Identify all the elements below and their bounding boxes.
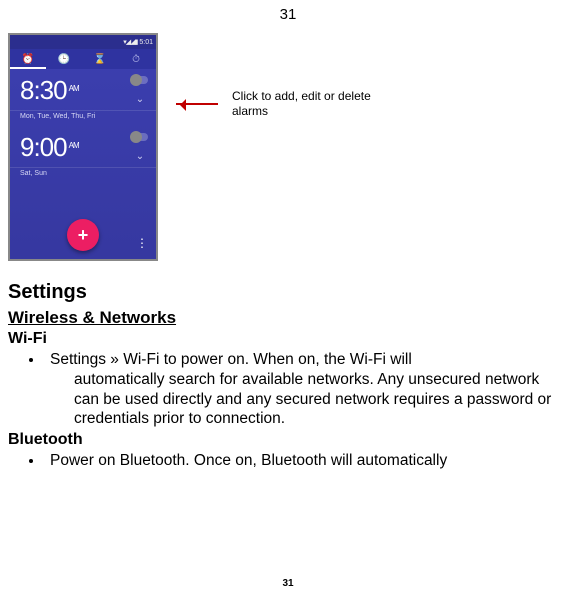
heading-wireless-networks: Wireless & Networks (8, 308, 568, 328)
wifi-bullet: Settings » Wi-Fi to power on. When on, t… (44, 350, 568, 429)
overflow-menu-icon[interactable]: ⋮ (136, 241, 148, 245)
alarm-1-days: Mon, Tue, Wed, Thu, Fri (10, 113, 156, 120)
heading-wifi: Wi-Fi (8, 330, 568, 348)
alarm-2-time: 9:00AM (20, 132, 79, 163)
alarm-2-time-value: 9:00 (20, 132, 67, 162)
alarm-2-toggle[interactable] (132, 133, 148, 141)
chevron-down-icon[interactable]: ⌄ (136, 94, 144, 105)
page-number-bottom: 31 (0, 578, 576, 589)
alarm-1-time: 8:30AM (20, 75, 79, 106)
tab-bar: ⏰ 🕒 ⌛ ⏱ (10, 49, 156, 69)
alarm-2-ampm: AM (69, 141, 79, 150)
alarm-1-controls: ⌄ (132, 76, 148, 105)
stopwatch-tab-icon[interactable]: ⏱ (118, 54, 154, 65)
phone-screenshot: ▾◢◢▮ 5:01 ⏰ 🕒 ⌛ ⏱ 8:30AM ⌄ Mon, Tue, Wed… (8, 33, 158, 261)
add-alarm-fab[interactable]: + (67, 219, 99, 251)
heading-bluetooth: Bluetooth (8, 431, 568, 449)
alarm-row-1[interactable]: 8:30AM ⌄ (10, 69, 156, 111)
wifi-list: Settings » Wi-Fi to power on. When on, t… (8, 350, 568, 429)
document-body: Settings Wireless & Networks Wi-Fi Setti… (0, 261, 576, 471)
wifi-bullet-rest: automatically search for available netwo… (50, 370, 568, 429)
alarm-2-controls: ⌄ (132, 133, 148, 162)
timer-tab-icon[interactable]: ⌛ (82, 54, 118, 65)
alarm-tab-icon[interactable]: ⏰ (10, 54, 46, 65)
page-number-top: 31 (0, 0, 576, 33)
fab-row: + (10, 219, 156, 251)
status-bar: ▾◢◢▮ 5:01 (10, 35, 156, 49)
status-time: 5:01 (139, 39, 153, 46)
alarm-1-time-value: 8:30 (20, 75, 67, 105)
alarm-1-toggle[interactable] (132, 76, 148, 84)
arrow-caption: Click to add, edit or delete alarms (176, 89, 392, 119)
alarm-2-days: Sat, Sun (10, 170, 156, 177)
alarm-row-2[interactable]: 9:00AM ⌄ (10, 126, 156, 168)
figure-row: ▾◢◢▮ 5:01 ⏰ 🕒 ⌛ ⏱ 8:30AM ⌄ Mon, Tue, Wed… (0, 33, 576, 261)
arrow-left-icon (176, 103, 218, 105)
bluetooth-list: Power on Bluetooth. Once on, Bluetooth w… (8, 451, 568, 471)
clock-tab-icon[interactable]: 🕒 (46, 54, 82, 65)
chevron-down-icon[interactable]: ⌄ (136, 151, 144, 162)
tab-underline (10, 67, 46, 69)
heading-settings: Settings (8, 281, 568, 304)
caption-text: Click to add, edit or delete alarms (232, 89, 392, 119)
alarm-1-ampm: AM (69, 84, 79, 93)
wifi-bullet-firstline: Settings » Wi-Fi to power on. When on, t… (50, 351, 412, 368)
bluetooth-bullet: Power on Bluetooth. Once on, Bluetooth w… (44, 451, 568, 471)
signal-icon: ▾◢◢▮ (123, 38, 137, 46)
